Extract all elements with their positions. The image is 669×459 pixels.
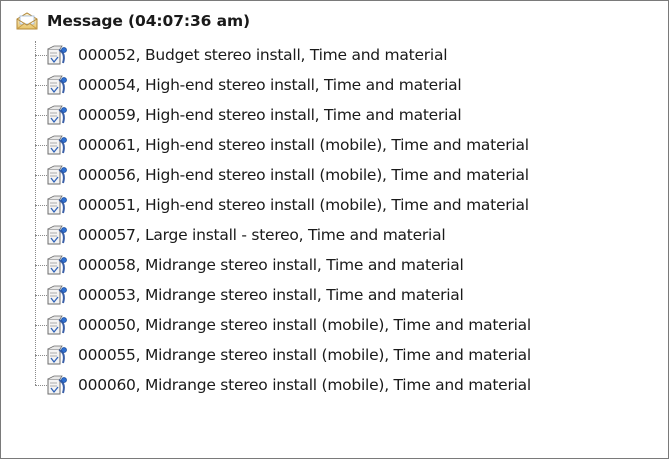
tree-item-label: 000057, Large install - stereo, Time and… xyxy=(78,226,446,244)
document-info-icon xyxy=(45,225,69,247)
tree-item[interactable]: 000056, High-end stereo install (mobile)… xyxy=(1,161,668,191)
tree-item-label: 000058, Midrange stereo install, Time an… xyxy=(78,256,464,274)
document-info-icon xyxy=(45,105,69,127)
tree-item-label: 000052, Budget stereo install, Time and … xyxy=(78,46,448,64)
document-info-icon xyxy=(45,345,69,367)
tree-item[interactable]: 000053, Midrange stereo install, Time an… xyxy=(1,281,668,311)
tree-item-label: 000060, Midrange stereo install (mobile)… xyxy=(78,376,531,394)
tree-item[interactable]: 000051, High-end stereo install (mobile)… xyxy=(1,191,668,221)
document-info-icon xyxy=(45,135,69,157)
tree-item[interactable]: 000057, Large install - stereo, Time and… xyxy=(1,221,668,251)
document-info-icon xyxy=(45,195,69,217)
tree-item-label: 000050, Midrange stereo install (mobile)… xyxy=(78,316,531,334)
document-info-icon xyxy=(45,315,69,337)
tree-item[interactable]: 000059, High-end stereo install, Time an… xyxy=(1,101,668,131)
tree-item[interactable]: 000061, High-end stereo install (mobile)… xyxy=(1,131,668,161)
tree-item[interactable]: 000054, High-end stereo install, Time an… xyxy=(1,71,668,101)
tree-item-label: 000051, High-end stereo install (mobile)… xyxy=(78,196,529,214)
tree-item[interactable]: 000058, Midrange stereo install, Time an… xyxy=(1,251,668,281)
document-info-icon xyxy=(45,285,69,307)
envelope-icon xyxy=(15,12,39,30)
document-info-icon xyxy=(45,165,69,187)
tree-item[interactable]: 000060, Midrange stereo install (mobile)… xyxy=(1,371,668,401)
tree-item-label: 000054, High-end stereo install, Time an… xyxy=(78,76,462,94)
document-info-icon xyxy=(45,375,69,397)
document-info-icon xyxy=(45,255,69,277)
tree-item-label: 000055, Midrange stereo install (mobile)… xyxy=(78,346,531,364)
document-info-icon xyxy=(45,75,69,97)
tree-item-label: 000061, High-end stereo install (mobile)… xyxy=(78,136,529,154)
tree-root-message[interactable]: Message (04:07:36 am) xyxy=(15,8,250,34)
tree-item[interactable]: 000050, Midrange stereo install (mobile)… xyxy=(1,311,668,341)
tree-item-label: 000059, High-end stereo install, Time an… xyxy=(78,106,462,124)
tree-item-label: 000053, Midrange stereo install, Time an… xyxy=(78,286,464,304)
tree-item[interactable]: 000052, Budget stereo install, Time and … xyxy=(1,41,668,71)
document-info-icon xyxy=(45,45,69,67)
message-tree-panel: Message (04:07:36 am) 000052, Budget ste… xyxy=(0,0,669,459)
tree-root-label: Message (04:07:36 am) xyxy=(47,12,251,30)
tree-item[interactable]: 000055, Midrange stereo install (mobile)… xyxy=(1,341,668,371)
tree-item-label: 000056, High-end stereo install (mobile)… xyxy=(78,166,529,184)
